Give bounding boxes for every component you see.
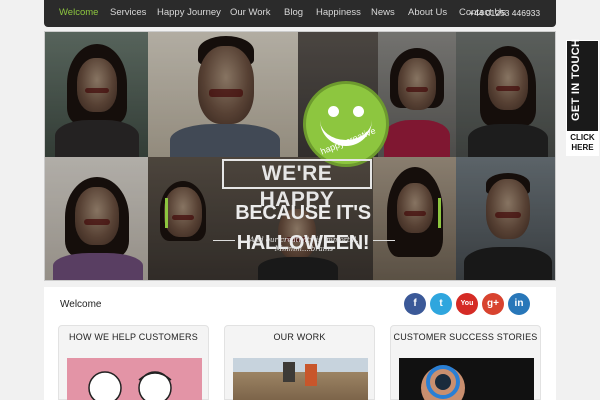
card-title: CUSTOMER SUCCESS STORIES (393, 332, 538, 342)
nav-blog[interactable]: Blog (284, 7, 303, 18)
google-plus-icon[interactable]: g+ (482, 293, 504, 315)
card-our-work[interactable]: OUR WORK (224, 325, 375, 400)
happy-creative-logo[interactable]: happy creative (303, 81, 389, 167)
card-how-we-help[interactable]: HOW WE HELP CUSTOMERS (58, 325, 209, 400)
card-title: OUR WORK (273, 332, 326, 342)
facebook-icon[interactable]: f (404, 293, 426, 315)
card-image (399, 358, 534, 400)
nav-happy-journey[interactable]: Happy Journey (157, 7, 221, 18)
nav-services[interactable]: Services (110, 7, 146, 18)
card-image (67, 358, 202, 400)
top-navigation: Welcome Services Happy Journey Our Work … (44, 0, 556, 27)
linkedin-icon[interactable]: in (508, 293, 530, 315)
nav-our-work[interactable]: Our Work (230, 7, 270, 18)
nav-welcome[interactable]: Welcome (59, 7, 98, 18)
get-in-touch-label: GET IN TOUCH (570, 38, 582, 121)
hero-headline: WE'RE HAPPY (222, 159, 372, 211)
welcome-heading: Welcome (60, 299, 102, 310)
click-here-label[interactable]: CLICK HERE (567, 131, 598, 155)
card-image (233, 358, 368, 400)
main-content: Welcome f t You g+ in HOW WE HELP CUSTOM… (44, 287, 556, 400)
hero-tagline: And our creativity is immortal. Mmmm....… (213, 236, 395, 254)
nav-about-us[interactable]: About Us (408, 7, 447, 18)
phone-number: +44 01253 446933 (469, 8, 541, 18)
nav-news[interactable]: News (371, 7, 395, 18)
hero-subheadline: BECAUSE IT'S HALLOWEEN! (165, 198, 441, 254)
twitter-icon[interactable]: t (430, 293, 452, 315)
get-in-touch-tab[interactable]: GET IN TOUCH CLICK HERE (566, 39, 599, 156)
nav-happiness[interactable]: Happiness (316, 7, 361, 18)
youtube-icon[interactable]: You (456, 293, 478, 315)
hero-banner: happy creative WE'RE HAPPY BECAUSE IT'S … (44, 31, 556, 281)
card-customer-success[interactable]: CUSTOMER SUCCESS STORIES (390, 325, 541, 400)
card-title: HOW WE HELP CUSTOMERS (69, 332, 198, 342)
